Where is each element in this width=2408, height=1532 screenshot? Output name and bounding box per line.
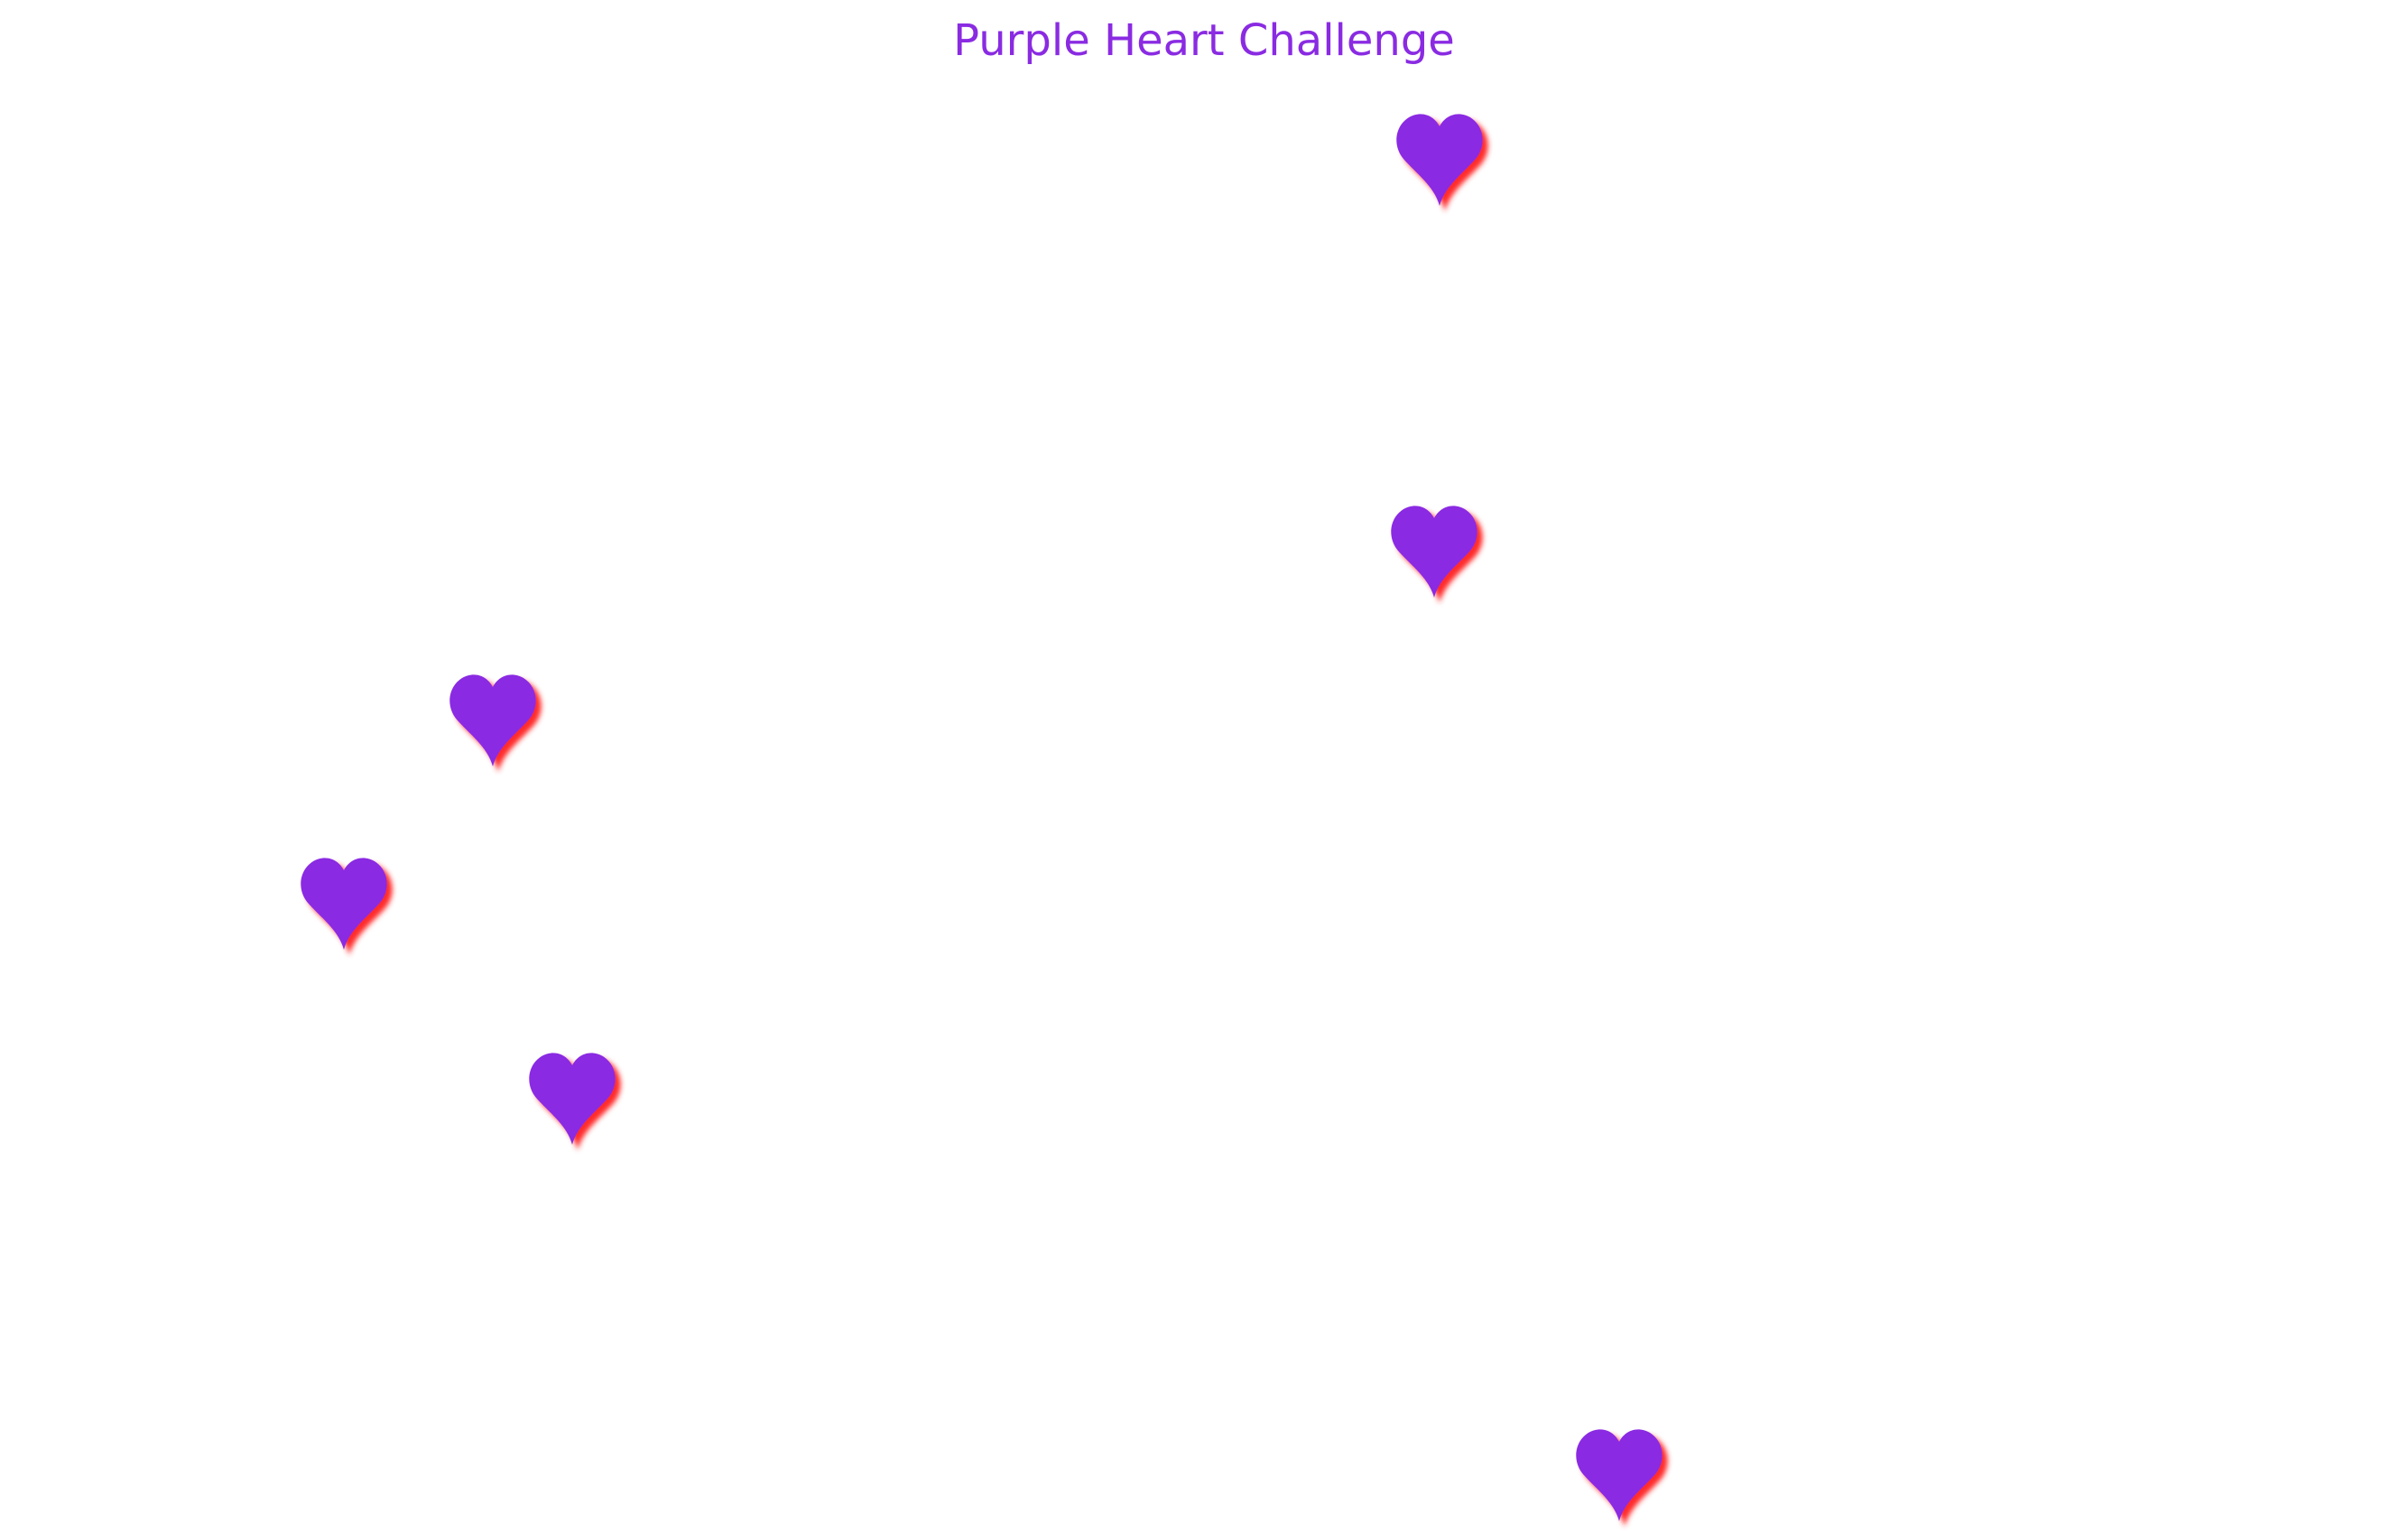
game-stage: Purple Heart Challenge <box>0 0 2408 1532</box>
heart-icon <box>1394 108 1485 209</box>
heart-icon <box>299 852 389 953</box>
heart-target-6[interactable] <box>1574 1424 1664 1525</box>
game-title: Purple Heart Challenge <box>953 15 1455 66</box>
heart-target-4[interactable] <box>299 852 389 953</box>
heart-target-3[interactable] <box>448 669 538 770</box>
heart-icon <box>1389 500 1479 601</box>
heart-icon <box>1574 1424 1664 1525</box>
heart-icon <box>527 1047 617 1148</box>
heart-icon <box>448 669 538 770</box>
heart-target-2[interactable] <box>1389 500 1479 601</box>
heart-target-1[interactable] <box>1394 108 1485 209</box>
heart-target-5[interactable] <box>527 1047 617 1148</box>
